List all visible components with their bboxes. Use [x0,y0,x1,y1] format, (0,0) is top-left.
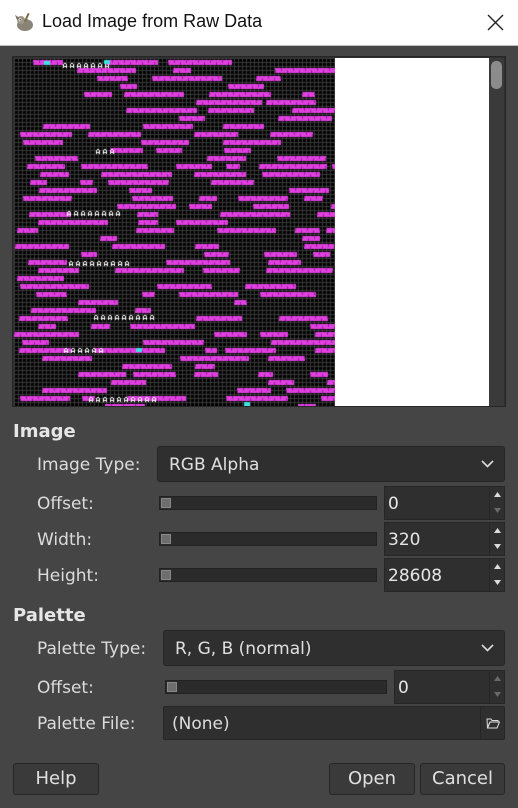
spin-up-icon [494,528,501,533]
spin-up-icon [494,492,501,497]
close-button[interactable] [472,0,518,46]
image-section-title: Image [13,421,76,442]
palette-offset-label: Offset: [37,678,94,698]
palette-offset-slider[interactable] [165,680,387,694]
height-decrement[interactable] [490,575,504,591]
palette-type-select[interactable]: R, G, B (normal) [163,630,505,666]
spin-down-icon [494,508,501,513]
palette-offset-increment[interactable] [490,671,504,687]
help-button[interactable]: Help [13,763,99,795]
palette-file-chooser[interactable]: (None) [163,706,505,740]
width-increment[interactable] [490,523,504,539]
palette-file-label: Palette File: [37,714,136,734]
palette-offset-spin[interactable]: 0 [394,670,505,704]
palette-file-browse[interactable] [480,707,504,739]
preview-scrollbar[interactable] [489,58,504,406]
spin-down-icon [494,692,501,697]
chevron-down-icon [481,644,494,652]
height-spin[interactable]: 28608 [384,558,505,592]
palette-offset-value: 0 [398,678,409,698]
folder-open-icon [486,718,500,729]
offset-decrement[interactable] [490,503,504,519]
height-slider-handle[interactable] [161,570,171,580]
height-value: 28608 [388,566,443,586]
offset-value: 0 [388,494,399,514]
offset-label: Offset: [37,494,94,514]
spin-down-icon [494,544,501,549]
scrollbar-thumb[interactable] [491,61,502,89]
spin-up-icon [494,564,501,569]
palette-offset-slider-handle[interactable] [167,682,177,692]
palette-type-label: Palette Type: [37,639,147,659]
offset-slider[interactable] [159,496,377,510]
spin-down-icon [494,580,501,585]
gimp-wilber-icon [15,12,33,31]
width-decrement[interactable] [490,539,504,555]
palette-offset-decrement[interactable] [490,687,504,703]
width-slider[interactable] [159,532,377,546]
image-type-label: Image Type: [37,455,141,475]
width-spin[interactable]: 320 [384,522,505,556]
height-label: Height: [37,566,99,586]
open-button[interactable]: Open [329,763,415,795]
image-type-value: RGB Alpha [169,455,260,475]
spin-up-icon [494,676,501,681]
offset-spin[interactable]: 0 [384,486,505,520]
width-value: 320 [388,530,421,550]
width-label: Width: [37,530,93,550]
height-increment[interactable] [490,559,504,575]
preview-canvas [14,58,335,406]
palette-section-title: Palette [13,605,86,626]
close-icon [487,14,504,31]
offset-slider-handle[interactable] [161,498,171,508]
preview-blank-area [335,58,490,406]
offset-increment[interactable] [490,487,504,503]
palette-file-value: (None) [172,714,230,734]
image-preview [12,56,506,407]
height-slider[interactable] [159,568,377,582]
chevron-down-icon [481,460,494,468]
image-type-select[interactable]: RGB Alpha [157,446,505,482]
window-title: Load Image from Raw Data [42,11,263,31]
title-bar: Load Image from Raw Data [0,0,518,46]
palette-type-value: R, G, B (normal) [175,639,312,659]
cancel-button[interactable]: Cancel [420,763,505,795]
width-slider-handle[interactable] [161,534,171,544]
